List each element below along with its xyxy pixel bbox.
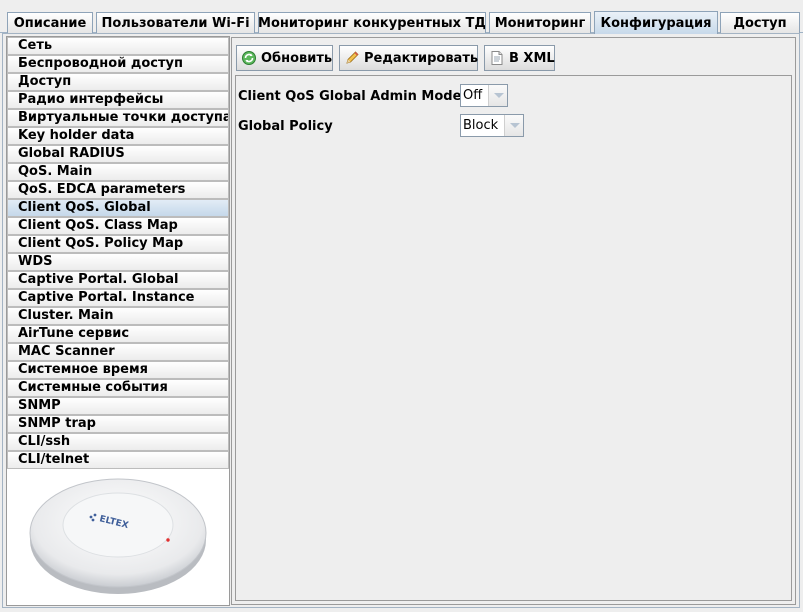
tab-neighbor-ap-monitoring[interactable]: Мониторинг конкурентных ТД: [258, 12, 486, 33]
sidebar-item-mac-scanner[interactable]: MAC Scanner: [7, 343, 229, 361]
sidebar-item-wds[interactable]: WDS: [7, 253, 229, 271]
sidebar-item-captive-portal-global[interactable]: Captive Portal. Global: [7, 271, 229, 289]
sidebar-item-qos-edca[interactable]: QoS. EDCA parameters: [7, 181, 229, 199]
sidebar-item-cli-ssh[interactable]: CLI/ssh: [7, 433, 229, 451]
sidebar-item-radio-interfaces[interactable]: Радио интерфейсы: [7, 91, 229, 109]
chevron-down-icon[interactable]: [504, 115, 523, 136]
sidebar-item-snmp[interactable]: SNMP: [7, 397, 229, 415]
refresh-button[interactable]: Обновить: [236, 45, 333, 71]
admin-mode-select[interactable]: Off: [460, 84, 508, 107]
admin-mode-label: Client QoS Global Admin Mode: [238, 89, 462, 104]
tab-description[interactable]: Описание: [7, 12, 93, 33]
sidebar-item-snmp-trap[interactable]: SNMP trap: [7, 415, 229, 433]
admin-mode-value: Off: [463, 88, 483, 103]
sidebar-item-cli-telnet[interactable]: CLI/telnet: [7, 451, 229, 469]
device-image: ELTEX: [29, 478, 207, 594]
refresh-icon: [241, 50, 257, 66]
sidebar-item-network[interactable]: Сеть: [7, 37, 229, 55]
content-area: Обновить Редактировать В XML Client QoS …: [231, 37, 796, 605]
export-xml-label: В XML: [509, 50, 555, 66]
tab-monitoring[interactable]: Мониторинг: [489, 12, 591, 33]
sidebar-item-qos-main[interactable]: QoS. Main: [7, 163, 229, 181]
sidebar-item-system-events[interactable]: Системные события: [7, 379, 229, 397]
settings-panel: Client QoS Global Admin Mode Off Global …: [235, 75, 792, 601]
sidebar-item-cluster-main[interactable]: Cluster. Main: [7, 307, 229, 325]
sidebar-item-key-holder-data[interactable]: Key holder data: [7, 127, 229, 145]
chevron-down-icon[interactable]: [488, 85, 507, 106]
tab-configuration[interactable]: Конфигурация: [594, 11, 718, 34]
sidebar-item-global-radius[interactable]: Global RADIUS: [7, 145, 229, 163]
sidebar-item-client-qos-global[interactable]: Client QoS. Global: [7, 199, 229, 217]
edit-label: Редактировать: [364, 50, 479, 66]
sidebar-item-system-time[interactable]: Системное время: [7, 361, 229, 379]
sidebar-item-client-qos-policy-map[interactable]: Client QoS. Policy Map: [7, 235, 229, 253]
tab-wifi-users[interactable]: Пользователи Wi-Fi: [96, 12, 255, 33]
global-policy-label: Global Policy: [238, 119, 333, 134]
tab-access[interactable]: Доступ: [720, 12, 800, 33]
document-icon: [489, 50, 505, 66]
edit-button[interactable]: Редактировать: [339, 45, 478, 71]
tab-bar: Описание Пользователи Wi-Fi Мониторинг к…: [0, 0, 803, 34]
toolbar: Обновить Редактировать В XML: [235, 41, 792, 71]
sidebar-item-airtune[interactable]: AirTune сервис: [7, 325, 229, 343]
export-xml-button[interactable]: В XML: [484, 45, 555, 71]
sidebar-item-access[interactable]: Доступ: [7, 73, 229, 91]
global-policy-value: Block: [463, 118, 499, 133]
pencil-icon: [344, 50, 360, 66]
sidebar-item-wireless-access[interactable]: Беспроводной доступ: [7, 55, 229, 73]
sidebar: Сеть Беспроводной доступ Доступ Радио ин…: [6, 36, 230, 606]
sidebar-item-client-qos-class-map[interactable]: Client QoS. Class Map: [7, 217, 229, 235]
sidebar-item-captive-portal-instance[interactable]: Captive Portal. Instance: [7, 289, 229, 307]
global-policy-select[interactable]: Block: [460, 114, 524, 137]
sidebar-item-virtual-aps[interactable]: Виртуальные точки доступа: [7, 109, 229, 127]
refresh-label: Обновить: [261, 50, 333, 66]
